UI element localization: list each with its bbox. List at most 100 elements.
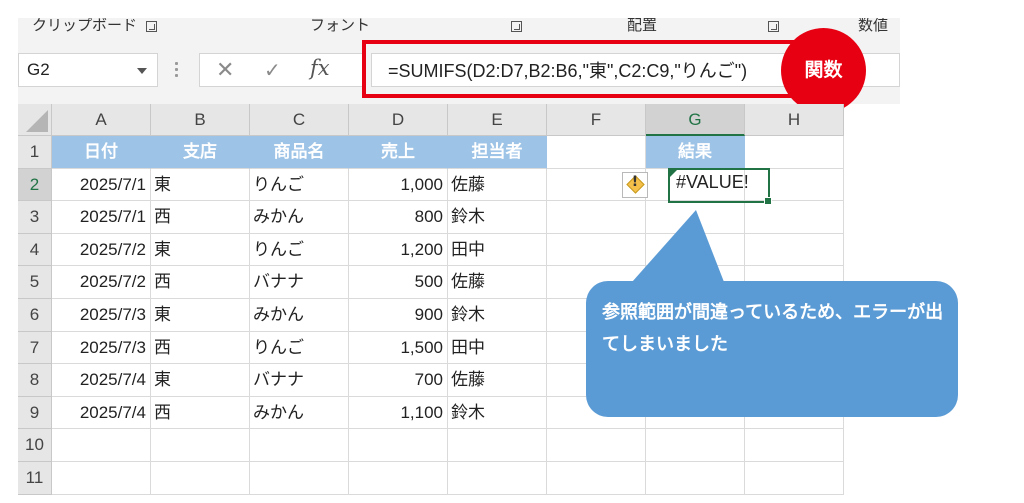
column-header-h[interactable]: H bbox=[745, 104, 844, 136]
ribbon-group-alignment: 配置 bbox=[627, 18, 658, 34]
table-cell[interactable]: りんご bbox=[250, 233, 349, 267]
row-header-11[interactable]: 11 bbox=[18, 462, 52, 495]
cell[interactable] bbox=[547, 429, 646, 462]
table-cell[interactable]: りんご bbox=[250, 331, 349, 365]
table-cell[interactable]: 1,000 bbox=[349, 168, 448, 202]
table-cell[interactable]: 700 bbox=[349, 364, 448, 397]
cell[interactable] bbox=[547, 201, 646, 234]
column-header-f[interactable]: F bbox=[547, 104, 646, 136]
table-header-cell[interactable]: 売上 bbox=[349, 136, 448, 169]
cell[interactable] bbox=[250, 429, 349, 462]
table-cell[interactable]: 2025/7/4 bbox=[52, 364, 151, 397]
table-cell[interactable]: 佐藤 bbox=[448, 168, 547, 202]
table-cell[interactable]: みかん bbox=[250, 201, 349, 234]
row-header-4[interactable]: 4 bbox=[18, 233, 52, 267]
cell[interactable] bbox=[448, 462, 547, 495]
table-cell[interactable]: みかん bbox=[250, 299, 349, 332]
table-cell[interactable]: 2025/7/2 bbox=[52, 233, 151, 267]
table-cell[interactable]: バナナ bbox=[250, 266, 349, 299]
cell[interactable] bbox=[547, 233, 646, 267]
table-header-cell[interactable]: 商品名 bbox=[250, 136, 349, 169]
table-header-cell[interactable]: 担当者 bbox=[448, 136, 547, 169]
table-cell[interactable]: 2025/7/2 bbox=[52, 266, 151, 299]
cell[interactable] bbox=[151, 462, 250, 495]
cell[interactable] bbox=[745, 429, 844, 462]
name-box[interactable]: G2 bbox=[18, 53, 158, 87]
column-header-d[interactable]: D bbox=[349, 104, 448, 136]
table-cell[interactable]: 2025/7/1 bbox=[52, 168, 151, 202]
cell[interactable] bbox=[151, 429, 250, 462]
table-cell[interactable]: 1,500 bbox=[349, 331, 448, 365]
table-header-cell[interactable]: 支店 bbox=[151, 136, 250, 169]
table-cell[interactable]: 佐藤 bbox=[448, 364, 547, 397]
table-cell[interactable]: 西 bbox=[151, 396, 250, 430]
row-header-7[interactable]: 7 bbox=[18, 331, 52, 365]
table-cell[interactable]: 2025/7/3 bbox=[52, 299, 151, 332]
table-cell[interactable]: 900 bbox=[349, 299, 448, 332]
table-cell[interactable]: 東 bbox=[151, 299, 250, 332]
select-all-corner[interactable] bbox=[18, 104, 52, 136]
table-cell[interactable]: 2025/7/3 bbox=[52, 331, 151, 365]
cell[interactable] bbox=[52, 462, 151, 495]
row-header-9[interactable]: 9 bbox=[18, 396, 52, 430]
font-launcher-icon[interactable] bbox=[511, 21, 522, 32]
table-cell[interactable]: 鈴木 bbox=[448, 299, 547, 332]
table-cell[interactable]: 東 bbox=[151, 364, 250, 397]
error-warning-button[interactable]: ! bbox=[622, 172, 648, 198]
cell[interactable] bbox=[745, 233, 844, 267]
table-cell[interactable]: りんご bbox=[250, 168, 349, 202]
check-icon[interactable]: ✓ bbox=[264, 58, 281, 82]
result-header-cell[interactable]: 結果 bbox=[646, 136, 745, 169]
cell[interactable] bbox=[646, 429, 745, 462]
function-badge: 関数 bbox=[781, 28, 866, 113]
cell[interactable] bbox=[547, 136, 646, 169]
column-header-a[interactable]: A bbox=[52, 104, 151, 136]
table-cell[interactable]: みかん bbox=[250, 396, 349, 430]
table-cell[interactable]: 鈴木 bbox=[448, 396, 547, 430]
table-cell[interactable]: 東 bbox=[151, 233, 250, 267]
table-cell[interactable]: バナナ bbox=[250, 364, 349, 397]
chevron-down-icon[interactable] bbox=[137, 68, 147, 74]
table-header-cell[interactable]: 日付 bbox=[52, 136, 151, 169]
table-cell[interactable]: 田中 bbox=[448, 331, 547, 365]
table-cell[interactable]: 1,100 bbox=[349, 396, 448, 430]
column-header-b[interactable]: B bbox=[151, 104, 250, 136]
cell[interactable] bbox=[52, 429, 151, 462]
cell[interactable] bbox=[745, 201, 844, 234]
row-header-1[interactable]: 1 bbox=[18, 136, 52, 169]
table-cell[interactable]: 800 bbox=[349, 201, 448, 234]
cell[interactable] bbox=[349, 429, 448, 462]
row-header-8[interactable]: 8 bbox=[18, 364, 52, 397]
table-cell[interactable]: 2025/7/1 bbox=[52, 201, 151, 234]
table-cell[interactable]: 東 bbox=[151, 168, 250, 202]
row-header-6[interactable]: 6 bbox=[18, 299, 52, 332]
column-header-e[interactable]: E bbox=[448, 104, 547, 136]
clipboard-launcher-icon[interactable] bbox=[146, 21, 157, 32]
cell[interactable] bbox=[448, 429, 547, 462]
table-cell[interactable]: 佐藤 bbox=[448, 266, 547, 299]
row-header-2[interactable]: 2 bbox=[18, 168, 52, 202]
cell[interactable] bbox=[745, 462, 844, 495]
table-cell[interactable]: 鈴木 bbox=[448, 201, 547, 234]
table-cell[interactable]: 西 bbox=[151, 201, 250, 234]
table-cell[interactable]: 西 bbox=[151, 331, 250, 365]
cell[interactable] bbox=[349, 462, 448, 495]
cell[interactable] bbox=[745, 136, 844, 169]
table-cell[interactable]: 500 bbox=[349, 266, 448, 299]
row-header-10[interactable]: 10 bbox=[18, 429, 52, 462]
close-icon[interactable]: ✕ bbox=[216, 58, 234, 83]
cell[interactable] bbox=[646, 462, 745, 495]
row-header-5[interactable]: 5 bbox=[18, 266, 52, 299]
column-header-g[interactable]: G bbox=[646, 104, 745, 136]
column-header-c[interactable]: C bbox=[250, 104, 349, 136]
row-header-3[interactable]: 3 bbox=[18, 201, 52, 234]
table-cell[interactable]: 2025/7/4 bbox=[52, 396, 151, 430]
table-cell[interactable]: 1,200 bbox=[349, 233, 448, 267]
grip-icon[interactable] bbox=[175, 62, 179, 78]
table-cell[interactable]: 田中 bbox=[448, 233, 547, 267]
alignment-launcher-icon[interactable] bbox=[768, 21, 779, 32]
table-cell[interactable]: 西 bbox=[151, 266, 250, 299]
cell[interactable] bbox=[250, 462, 349, 495]
insert-function-icon[interactable]: fx bbox=[310, 56, 330, 80]
cell[interactable] bbox=[547, 462, 646, 495]
